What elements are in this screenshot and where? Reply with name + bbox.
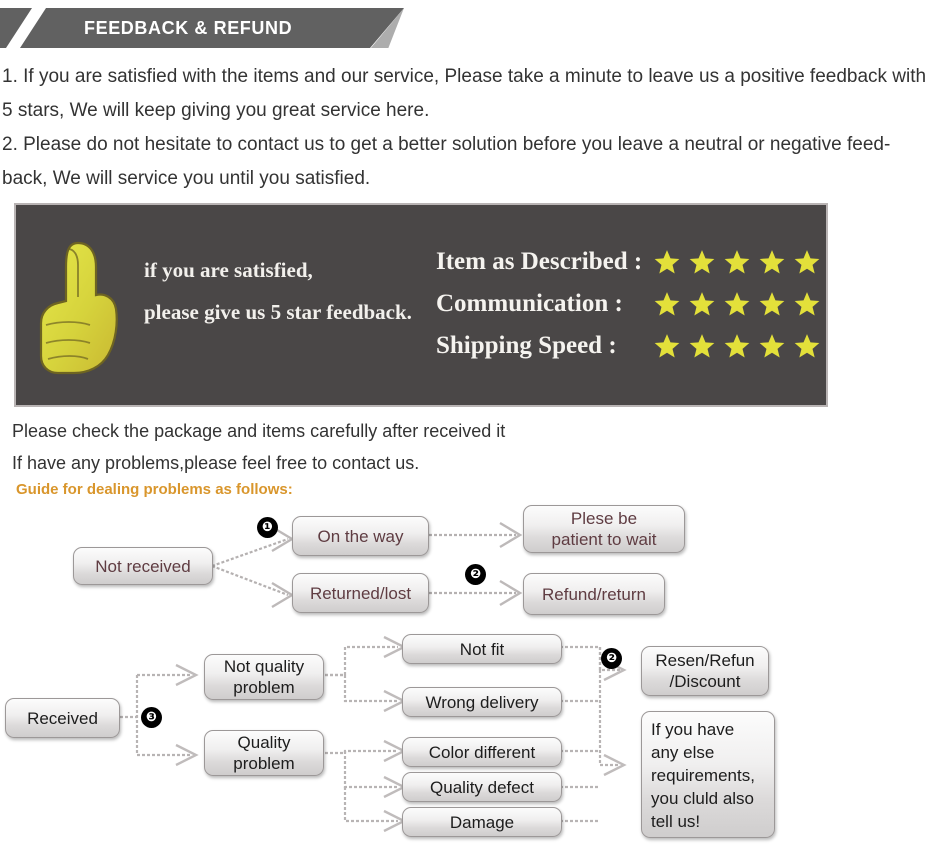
star-icon [794,292,820,316]
star-icon [654,250,680,274]
banner-left-line-2: please give us 5 star feedback. [144,300,412,324]
flow1-branch-on-the-way[interactable]: On the way [292,516,429,556]
flow2-reason-damage[interactable]: Damage [402,807,562,837]
banner-left-text: if you are satisfied, please give us 5 s… [144,249,412,333]
star-icon [689,292,715,316]
flow2-reason-not-fit[interactable]: Not fit [402,634,562,664]
star-icon [689,334,715,358]
intro-paragraph-1-line-1: 1. If you are satisfied with the items a… [2,66,927,87]
star-group [654,249,820,275]
flow2-result-any-else-requirements[interactable]: If you have any else requirements, you c… [641,711,775,838]
flow2-reason-color-different[interactable]: Color different [402,737,562,767]
five-star-feedback-banner: if you are satisfied, please give us 5 s… [14,203,828,407]
rating-label: Communication : [436,290,623,317]
intro-paragraph-2-line-2: back, We will service you until you sati… [2,168,371,189]
feedback-refund-page: FEEDBACK & REFUND 1. If you are satisfie… [0,0,948,849]
badge-two-flow2: ❷ [601,648,622,669]
badge-two-flow1: ❷ [465,564,486,585]
star-icon [794,334,820,358]
intro-paragraph-2-line-1: 2. Please do not hesitate to contact us … [2,134,891,155]
star-icon [654,334,680,358]
star-icon [759,250,785,274]
page-header-banner: FEEDBACK & REFUND [0,8,404,48]
rating-row: Item as Described : [436,241,820,283]
badge-three: ❸ [141,707,162,728]
flow1-branch-returned-lost[interactable]: Returned/lost [292,573,429,613]
flow2-category-quality-problem[interactable]: Quality problem [204,730,324,776]
flow2-reason-wrong-delivery[interactable]: Wrong delivery [402,687,562,717]
star-group [654,291,820,317]
flow2-category-not-quality-problem[interactable]: Not quality problem [204,654,324,700]
star-icon [724,292,750,316]
rating-list: Item as Described : Communication : Ship… [436,241,820,367]
star-icon [654,292,680,316]
rating-label: Item as Described : [436,248,643,275]
flow1-source-not-received[interactable]: Not received [73,547,213,585]
badge-one: ❶ [257,517,278,538]
flow2-result-resend-refund-discount[interactable]: Resen/Refun /Discount [641,646,769,696]
star-icon [794,250,820,274]
star-icon [724,334,750,358]
page-title: FEEDBACK & REFUND [84,17,293,38]
flow2-source-received[interactable]: Received [5,698,120,738]
flow1-result-patient-to-wait[interactable]: Plese be patient to wait [523,505,685,553]
note-contact-us: If have any problems,please feel free to… [12,453,420,473]
star-icon [759,292,785,316]
note-check-package: Please check the package and items caref… [12,421,506,441]
flow1-result-refund-return[interactable]: Refund/return [523,573,665,615]
star-icon [724,250,750,274]
star-group [654,333,820,359]
rating-row: Shipping Speed : [436,325,820,367]
star-icon [689,250,715,274]
rating-row: Communication : [436,283,820,325]
star-icon [759,334,785,358]
banner-left-line-1: if you are satisfied, [144,258,313,282]
flow2-reason-quality-defect[interactable]: Quality defect [402,772,562,802]
rating-label: Shipping Speed : [436,332,617,359]
intro-paragraph-1-line-2: 5 stars, We will keep giving you great s… [2,100,430,121]
thumbs-up-icon [39,241,118,375]
